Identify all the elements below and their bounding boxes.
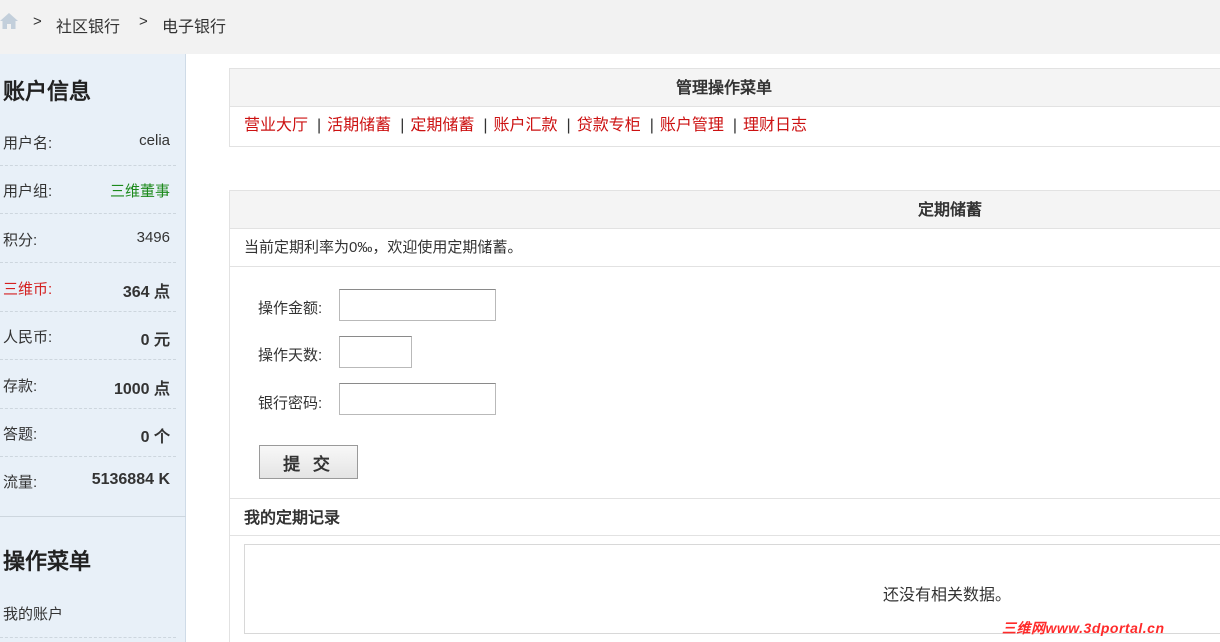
account-row-label: 存款: (3, 378, 38, 395)
account-row-deposit: 存款: 1000 点 (0, 361, 176, 409)
menu-link-remittance[interactable]: 账户汇款 (494, 117, 558, 134)
breadcrumb-bar: > 社区银行 > 电子银行 (0, 0, 1220, 54)
menu-separator: | (400, 117, 405, 134)
menu-separator: | (317, 117, 322, 134)
sidebar-item-label: 我的账户 (3, 606, 64, 623)
manage-menu-panel: 管理操作菜单 营业大厅 | 活期储蓄 | 定期储蓄 | 账户汇款 | 贷款专柜 | 账户管理 | 理财日… (229, 68, 1220, 147)
account-row-value: 三维董事 (109, 183, 170, 200)
account-row-coins: 三维币: 364 点 (0, 264, 176, 312)
amount-input[interactable] (339, 289, 496, 321)
manage-menu-links: 营业大厅 | 活期储蓄 | 定期储蓄 | 账户汇款 | 贷款专柜 | 账户管理 | 理财日志 (230, 107, 1220, 145)
amount-label: 操作金额: (258, 300, 323, 317)
account-row-username: 用户名: celia (0, 118, 176, 166)
account-row-label: 答题: (3, 426, 38, 443)
days-label: 操作天数: (258, 347, 323, 364)
breadcrumb-e-bank[interactable]: 电子银行 (162, 13, 226, 37)
menu-link-lobby[interactable]: 营业大厅 (244, 117, 308, 134)
account-row-label: 用户名: (3, 135, 53, 152)
submit-button[interactable]: 提 交 (259, 445, 358, 479)
menu-link-loans[interactable]: 贷款专柜 (577, 117, 641, 134)
menu-link-finance-log[interactable]: 理财日志 (743, 117, 807, 134)
menu-separator: | (566, 117, 571, 134)
fixed-deposit-panel: 定期储蓄 当前定期利率为0‰，欢迎使用定期储蓄。 操作金额: 操作天数: 银行密… (229, 190, 1220, 642)
sidebar: 账户信息 用户名: celia 用户组: 三维董事 积分: 3496 三维币: … (0, 54, 186, 642)
menu-separator: | (649, 117, 654, 134)
account-row-value: 5136884 K (91, 471, 170, 488)
breadcrumb-community-bank[interactable]: 社区银行 (56, 13, 120, 37)
breadcrumb-separator: > (33, 13, 42, 30)
menu-link-current-savings[interactable]: 活期储蓄 (327, 117, 391, 134)
fixed-deposit-info: 当前定期利率为0‰，欢迎使用定期储蓄。 (230, 229, 1220, 267)
account-row-value: 0 元 (140, 332, 170, 349)
account-row-label: 积分: (3, 232, 38, 249)
account-row-value: 3496 (136, 229, 170, 246)
breadcrumb-separator: > (139, 13, 148, 30)
bank-password-input[interactable] (339, 383, 496, 415)
account-row-value: celia (139, 132, 170, 149)
account-info-title: 账户信息 (3, 79, 92, 104)
account-row-label: 流量: (3, 474, 38, 491)
account-row-points: 积分: 3496 (0, 215, 176, 263)
fixed-deposit-title: 定期储蓄 (230, 191, 1220, 229)
operation-menu-title: 操作菜单 (3, 549, 92, 574)
account-row-rmb: 人民币: 0 元 (0, 312, 176, 360)
sidebar-item-my-account[interactable]: 我的账户 (0, 588, 176, 638)
menu-separator: | (483, 117, 488, 134)
menu-link-account-management[interactable]: 账户管理 (660, 117, 724, 134)
site-watermark: 三维网www.3dportal.cn (1002, 620, 1165, 636)
account-row-value: 0 个 (140, 429, 170, 446)
days-input[interactable] (339, 336, 412, 368)
sidebar-divider (0, 516, 186, 517)
records-empty-message: 还没有相关数据。 (883, 587, 1012, 604)
home-icon[interactable] (0, 12, 19, 30)
account-row-value: 1000 点 (113, 381, 170, 398)
account-row-label: 用户组: (3, 183, 53, 200)
account-row-answers: 答题: 0 个 (0, 409, 176, 457)
account-row-label: 人民币: (3, 329, 53, 346)
menu-link-fixed-savings[interactable]: 定期储蓄 (410, 117, 474, 134)
account-row-usergroup: 用户组: 三维董事 (0, 166, 176, 214)
fixed-records-title: 我的定期记录 (230, 498, 1220, 536)
account-row-value: 364 点 (122, 284, 170, 301)
menu-separator: | (732, 117, 738, 134)
account-row-label: 三维币: (3, 281, 53, 298)
manage-menu-title: 管理操作菜单 (230, 69, 1220, 107)
account-row-traffic: 流量: 5136884 K (0, 457, 176, 505)
password-label: 银行密码: (258, 395, 323, 412)
